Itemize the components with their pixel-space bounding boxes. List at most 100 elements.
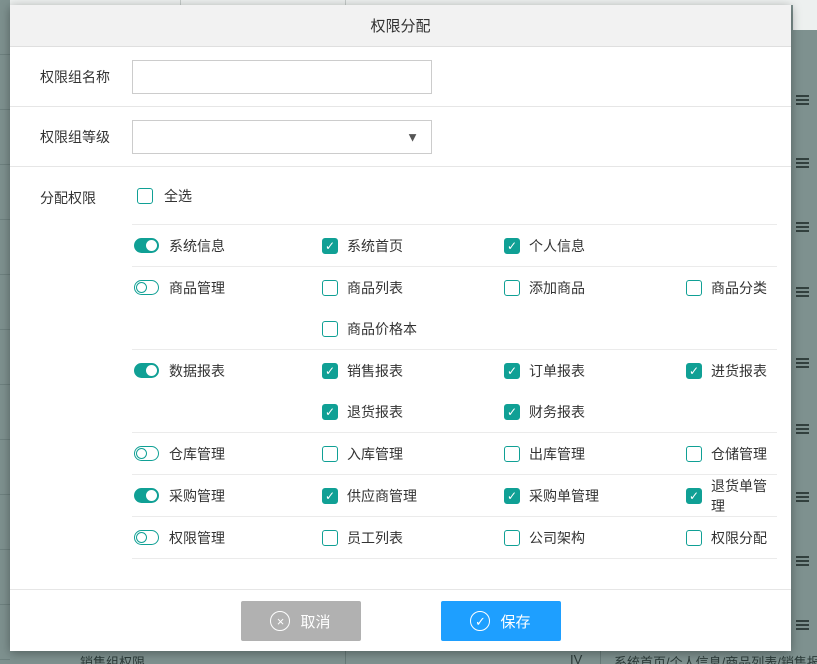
module-cell: 权限管理 — [132, 517, 322, 558]
permission-checkbox[interactable]: ✓ — [504, 238, 520, 254]
background-clipped-text-mark — [796, 620, 809, 631]
background-cell-divider — [345, 651, 346, 664]
permission-item: ✓ 供应商管理 — [322, 486, 504, 506]
permission-checkbox[interactable]: ✓ — [322, 488, 338, 504]
toggle-knob — [146, 490, 157, 501]
permission-checkbox[interactable]: ✓ — [322, 363, 338, 379]
permission-label: 员工列表 — [347, 528, 403, 548]
module-cell: 仓库管理 — [132, 433, 322, 474]
chevron-down-icon: ▼ — [406, 130, 419, 143]
permission-label: 添加商品 — [529, 278, 585, 298]
module-toggle[interactable] — [134, 446, 159, 461]
background-cell-divider — [600, 651, 601, 664]
save-button[interactable]: ✓ 保存 — [441, 601, 561, 641]
permission-item: 出库管理 — [504, 444, 686, 464]
background-clipped-text-mark — [796, 358, 809, 369]
permission-item: ✓采购单管理 — [504, 486, 686, 506]
permission-item: 员工列表 — [322, 528, 504, 548]
background-clipped-text-mark — [796, 556, 809, 567]
circle-check-icon: ✓ — [470, 611, 490, 631]
permission-checkbox[interactable] — [686, 530, 702, 546]
module-cell: 系统信息 — [132, 225, 322, 266]
permission-checkbox[interactable]: ✓ — [686, 363, 702, 379]
permission-row: 数据报表✓销售报表✓订单报表✓进货报表✓退货报表✓财务报表 — [132, 350, 777, 433]
toggle-knob — [146, 365, 157, 376]
save-button-label: 保存 — [500, 611, 530, 632]
permission-item: 公司架构 — [504, 528, 686, 548]
permission-checkbox[interactable] — [322, 530, 338, 546]
permission-checkbox[interactable] — [322, 446, 338, 462]
permission-grid: 系统信息 ✓系统首页✓个人信息商品管理 商品列表 添加商品 商品分类商品价格本数据报表 ✓… — [132, 224, 777, 559]
module-toggle[interactable] — [134, 488, 159, 503]
background-clipped-text-mark — [796, 222, 809, 233]
permission-row: 商品管理 商品列表 添加商品 商品分类商品价格本 — [132, 267, 777, 350]
permission-label: 退货报表 — [347, 402, 403, 422]
permission-label: 出库管理 — [529, 444, 585, 464]
assign-permissions-label: 分配权限 — [40, 167, 132, 589]
permission-items: ✓系统首页✓个人信息 — [322, 225, 777, 266]
permission-label: 权限分配 — [711, 528, 767, 548]
background-clipped-text-mark — [796, 95, 809, 106]
background-clipped-text-mark — [796, 158, 809, 169]
permission-group-level-label: 权限组等级 — [40, 127, 132, 147]
module-toggle[interactable] — [134, 238, 159, 253]
permission-row: 采购管理✓供应商管理✓采购单管理✓退货单管理 — [132, 475, 777, 517]
permission-group-name-label: 权限组名称 — [40, 67, 132, 87]
permission-label: 商品价格本 — [347, 319, 417, 339]
permission-checkbox[interactable] — [322, 321, 338, 337]
permission-checkbox[interactable] — [504, 530, 520, 546]
background-clipped-text-mark — [796, 287, 809, 298]
permission-item: 入库管理 — [322, 444, 504, 464]
permission-group-level-row: 权限组等级 ▼ — [10, 107, 791, 167]
background-left-strip — [0, 0, 10, 664]
module-label: 数据报表 — [169, 361, 225, 381]
permission-label: 财务报表 — [529, 402, 585, 422]
select-all-checkbox[interactable] — [137, 188, 153, 204]
permission-group-name-input[interactable] — [132, 60, 432, 94]
toggle-knob — [146, 240, 157, 251]
permission-checkbox[interactable] — [686, 446, 702, 462]
permission-group-level-select[interactable]: ▼ — [132, 120, 432, 154]
module-label: 系统信息 — [169, 236, 225, 256]
assign-permissions-content: 全选 系统信息✓系统首页✓个人信息商品管理商品列表添加商品商品分类商品价格本数据… — [132, 167, 777, 589]
permission-checkbox[interactable] — [504, 280, 520, 296]
modal-footer: × 取消 ✓ 保存 — [10, 589, 791, 650]
permission-checkbox[interactable]: ✓ — [504, 488, 520, 504]
module-cell: 商品管理 — [132, 267, 322, 308]
permission-label: 入库管理 — [347, 444, 403, 464]
permission-item: ✓ 财务报表 — [504, 402, 686, 422]
module-toggle[interactable] — [134, 530, 159, 545]
permission-item: 权限分配 — [686, 528, 777, 548]
permission-item: ✓ 退货报表 — [322, 402, 504, 422]
permission-label: 退货单管理 — [711, 476, 777, 516]
background-cell-group-name: 销售组权限 — [80, 652, 145, 664]
permission-checkbox[interactable] — [322, 280, 338, 296]
permission-item: ✓ 销售报表 — [322, 361, 504, 381]
cancel-button[interactable]: × 取消 — [241, 601, 361, 641]
permission-checkbox[interactable]: ✓ — [322, 238, 338, 254]
permission-checkbox[interactable] — [504, 446, 520, 462]
module-toggle[interactable] — [134, 363, 159, 378]
permission-label: 供应商管理 — [347, 486, 417, 506]
permission-checkbox[interactable]: ✓ — [504, 363, 520, 379]
permission-row: 系统信息 ✓系统首页✓个人信息 — [132, 225, 777, 267]
permission-label: 销售报表 — [347, 361, 403, 381]
module-label: 采购管理 — [169, 486, 225, 506]
permission-label: 仓储管理 — [711, 444, 767, 464]
module-label: 仓库管理 — [169, 444, 225, 464]
modal-header: 权限分配 — [10, 5, 791, 47]
permission-checkbox[interactable] — [686, 280, 702, 296]
permission-checkbox[interactable]: ✓ — [686, 488, 702, 504]
background-table-row: 销售组权限 IV 系统首页/个人信息/商品列表/销售报表/退货单管理 — [0, 651, 817, 664]
module-cell: 采购管理 — [132, 475, 322, 516]
permission-checkbox[interactable]: ✓ — [322, 404, 338, 420]
permission-label: 进货报表 — [711, 361, 767, 381]
permission-item: 添加商品 — [504, 278, 686, 298]
module-toggle[interactable] — [134, 280, 159, 295]
background-top-right-corner — [793, 0, 817, 30]
permission-label: 商品列表 — [347, 278, 403, 298]
permission-items: ✓销售报表✓订单报表✓进货报表✓退货报表✓财务报表 — [322, 350, 777, 432]
permission-label: 商品分类 — [711, 278, 767, 298]
permission-checkbox[interactable]: ✓ — [504, 404, 520, 420]
permission-item: 商品分类 — [686, 278, 777, 298]
